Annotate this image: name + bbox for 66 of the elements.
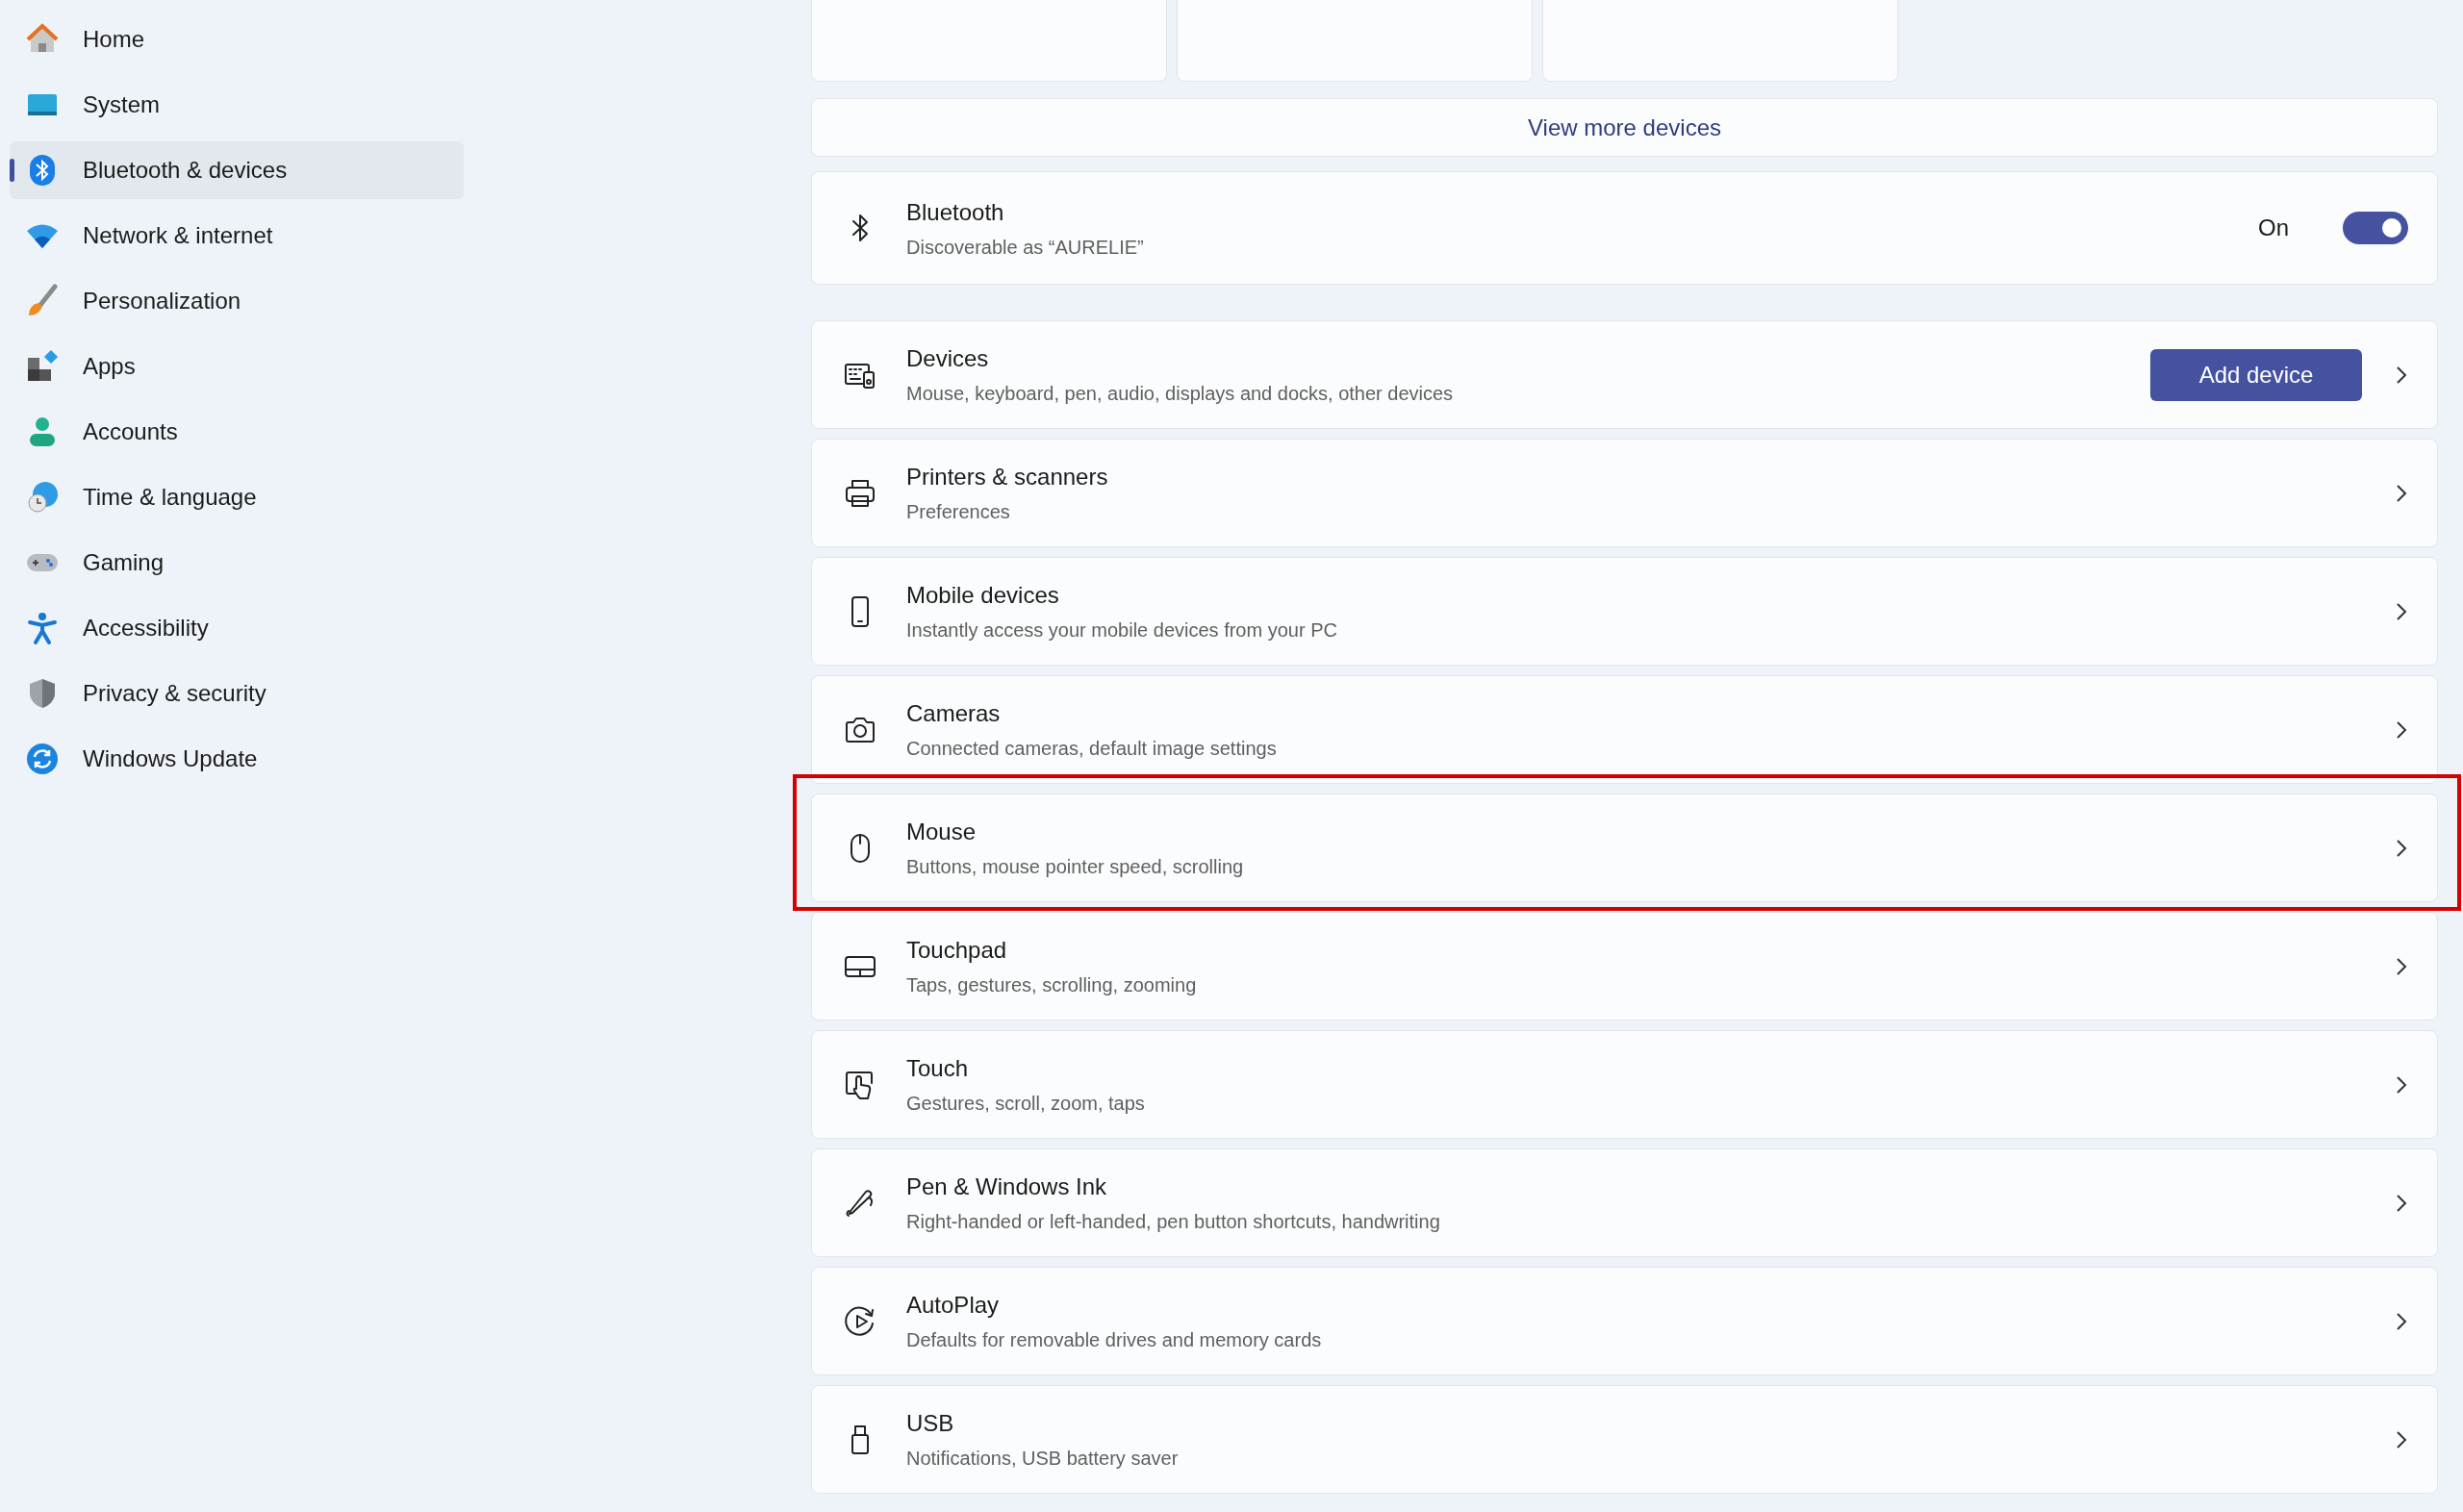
settings-row[interactable]: Devices Mouse, keyboard, pen, audio, displays and docks, other devices Add device xyxy=(811,320,2438,429)
sidebar-item[interactable]: Accounts xyxy=(10,403,464,461)
row-title: AutoPlay xyxy=(906,1291,1001,1320)
bluetooth-toggle[interactable] xyxy=(2343,212,2408,244)
add-device-button[interactable]: Add device xyxy=(2150,348,2362,401)
settings-row[interactable]: Pen & Windows Ink Right-handed or left-handed, pen button shortcuts, handwriting xyxy=(811,1148,2438,1257)
chevron-right-icon xyxy=(2395,718,2408,741)
row-description: Buttons, mouse pointer speed, scrolling xyxy=(906,855,1245,879)
apps-icon xyxy=(25,349,60,384)
chevron-right-icon xyxy=(2395,837,2408,859)
sidebar-item[interactable]: Windows Update xyxy=(10,730,464,788)
sidebar-item[interactable]: Time & language xyxy=(10,468,464,526)
row-description: Connected cameras, default image settings xyxy=(906,737,1278,761)
sidebar-item[interactable]: Network & internet xyxy=(10,207,464,265)
device-card[interactable] xyxy=(1177,0,1533,82)
sidebar-item[interactable]: Accessibility xyxy=(10,599,464,657)
settings-row[interactable]: Touch Gestures, scroll, zoom, taps xyxy=(811,1030,2438,1139)
row-title: Bluetooth xyxy=(906,197,1005,227)
row-title: USB xyxy=(906,1409,955,1438)
chevron-right-icon xyxy=(2395,955,2408,977)
device-card[interactable] xyxy=(1542,0,1898,82)
sidebar-item[interactable]: System xyxy=(10,76,464,134)
row-description: Right-handed or left-handed, pen button shortcuts, handwriting xyxy=(906,1210,1441,1234)
selection-indicator xyxy=(10,159,14,182)
row-description: Defaults for removable drives and memory cards xyxy=(906,1328,1323,1352)
sidebar-item[interactable]: Privacy & security xyxy=(10,665,464,722)
sidebar-item[interactable]: Home xyxy=(10,11,464,68)
row-title: Printers & scanners xyxy=(906,463,1109,491)
chevron-right-icon xyxy=(2395,1192,2408,1214)
accessibility-icon xyxy=(25,611,60,645)
settings-row[interactable]: Mobile devices Instantly access your mobile devices from your PC xyxy=(811,557,2438,666)
settings-row[interactable]: AutoPlay Defaults for removable drives and memory cards xyxy=(811,1267,2438,1375)
row-description: Instantly access your mobile devices from your PC xyxy=(906,618,1338,643)
chevron-right-icon xyxy=(2395,1428,2408,1450)
sidebar-item[interactable]: Gaming xyxy=(10,534,464,592)
row-title: Pen & Windows Ink xyxy=(906,1172,1108,1201)
row-description: Taps, gestures, scrolling, zooming xyxy=(906,973,1198,997)
chevron-right-icon xyxy=(2395,1073,2408,1096)
row-description: Notifications, USB battery saver xyxy=(906,1447,1180,1471)
row-title: Touch xyxy=(906,1054,970,1083)
chevron-right-icon xyxy=(2395,364,2408,386)
view-more-devices-button[interactable]: View more devices xyxy=(811,98,2438,157)
refresh-icon xyxy=(25,742,60,776)
globe-clock-icon xyxy=(25,480,60,515)
settings-row[interactable]: Cameras Connected cameras, default image settings xyxy=(811,675,2438,784)
chevron-right-icon xyxy=(2395,482,2408,504)
row-description: Mouse, keyboard, pen, audio, displays and docks, other devices xyxy=(906,382,1455,406)
row-description: Preferences xyxy=(906,500,1011,524)
sidebar-item[interactable]: Personalization xyxy=(10,272,464,330)
row-title: Cameras xyxy=(906,699,1002,728)
row-title: Devices xyxy=(906,344,990,373)
row-title: Mobile devices xyxy=(906,581,1060,610)
settings-row[interactable]: Mouse Buttons, mouse pointer speed, scrolling xyxy=(811,794,2438,902)
chevron-right-icon xyxy=(2395,600,2408,622)
row-title: Touchpad xyxy=(906,936,1008,965)
device-card[interactable] xyxy=(811,0,1167,82)
sidebar-item[interactable]: Apps xyxy=(10,338,464,395)
sidebar-item[interactable]: Bluetooth & devices xyxy=(10,141,464,199)
chevron-right-icon xyxy=(2395,1310,2408,1332)
row-description: Gestures, scroll, zoom, taps xyxy=(906,1092,1146,1116)
settings-row[interactable]: Printers & scanners Preferences xyxy=(811,439,2438,547)
toggle-state-label: On xyxy=(2258,214,2289,242)
settings-row[interactable]: Touchpad Taps, gestures, scrolling, zooming xyxy=(811,912,2438,1021)
settings-row[interactable]: USB Notifications, USB battery saver xyxy=(811,1385,2438,1494)
row-title: Mouse xyxy=(906,818,978,846)
row-description: Discoverable as “AURELIE” xyxy=(906,235,1145,260)
